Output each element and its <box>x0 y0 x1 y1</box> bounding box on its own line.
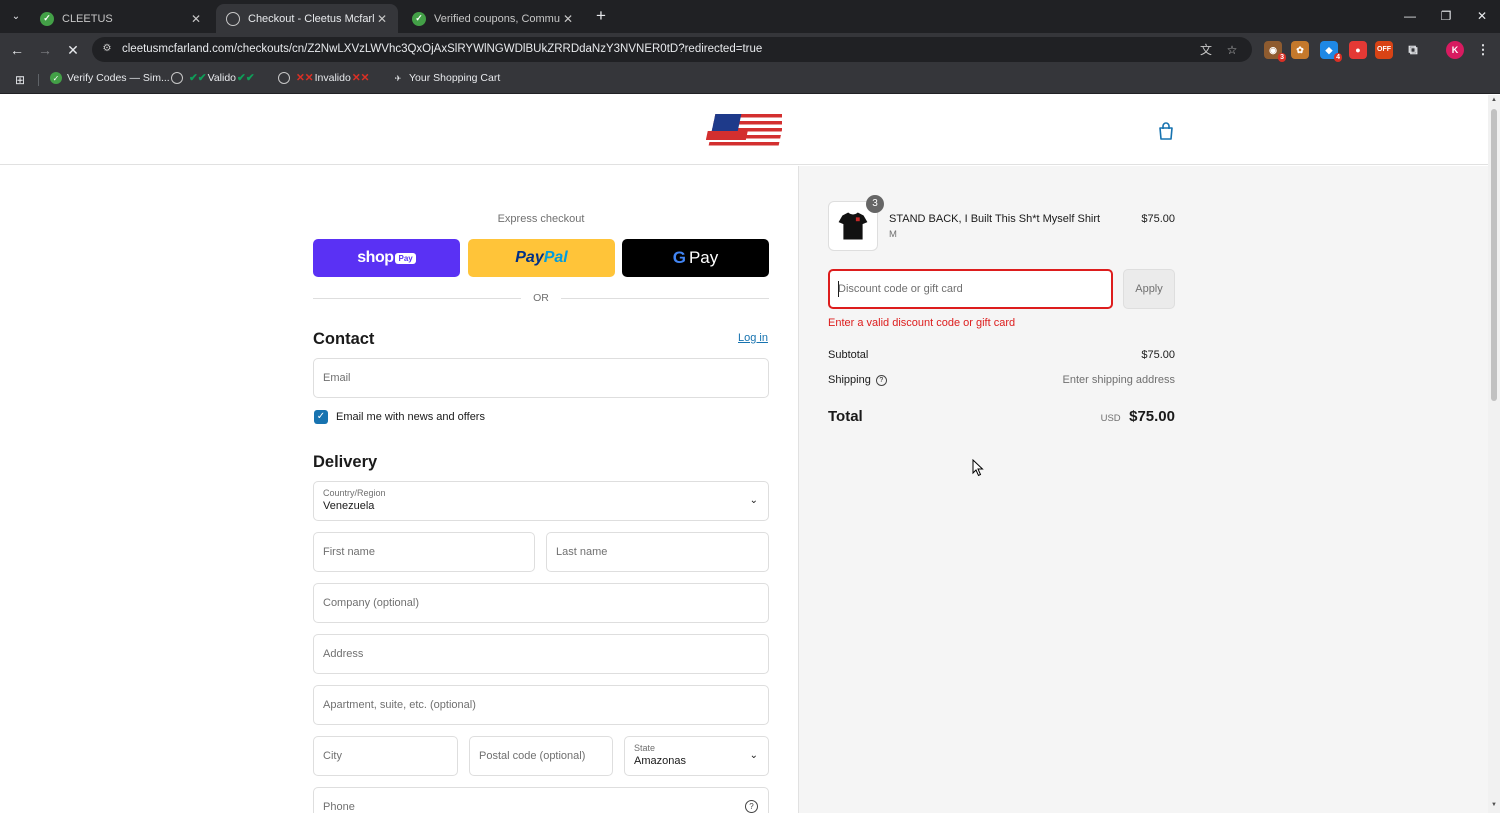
discount-error-message: Enter a valid discount code or gift card <box>828 317 1016 329</box>
apartment-field[interactable]: Apartment, suite, etc. (optional) <box>313 685 769 725</box>
checkout-page: Express checkout shop Pay Pay Pal G Pay O… <box>0 95 1488 813</box>
extension-honey-icon[interactable]: ◉ 3 <box>1264 41 1286 62</box>
quantity-badge: 3 <box>866 195 884 213</box>
state-select[interactable]: State Amazonas ⌄ <box>624 736 769 776</box>
verify-favicon-icon: ✓ <box>40 11 54 26</box>
profile-avatar[interactable]: K <box>1446 41 1464 59</box>
shipping-info-icon[interactable]: ? <box>875 375 887 386</box>
cleetus-logo[interactable] <box>706 111 782 149</box>
close-tab-icon[interactable]: ✕ <box>188 12 204 26</box>
tab-verified-coupons[interactable]: ✓ Verified coupons, Community-p ✕ <box>402 4 584 33</box>
bookmark-shopping-cart[interactable]: ✈ Your Shopping Cart <box>392 72 501 84</box>
or-separator: OR <box>533 292 549 304</box>
paypal-button[interactable]: Pay Pal <box>468 239 615 277</box>
country-select[interactable]: Country/Region Venezuela ⌄ <box>313 481 769 521</box>
order-summary-column <box>798 166 1488 813</box>
extension-cookie-icon[interactable]: ✿ <box>1291 41 1309 59</box>
verify-icon: ✓ <box>50 72 62 84</box>
express-checkout-title: Express checkout <box>497 213 585 225</box>
last-name-field[interactable]: Last name <box>546 532 769 572</box>
new-tab-button[interactable]: + <box>592 6 610 26</box>
browser-toolbar: ← → ✕ ⚙ cleetusmcfarland.com/checkouts/c… <box>0 33 1500 66</box>
company-field[interactable]: Company (optional) <box>313 583 769 623</box>
restore-icon[interactable]: ❐ <box>1436 6 1456 26</box>
product-name: STAND BACK, I Built This Sh*t Myself Shi… <box>889 213 1101 225</box>
total-row: Total USD $75.00 <box>828 408 1175 425</box>
page-scrollbar[interactable]: ▲ ▼ <box>1488 95 1500 813</box>
shipping-value: Enter shipping address <box>1062 374 1175 386</box>
browser-menu-icon[interactable]: ⋮ <box>1474 41 1492 59</box>
close-window-icon[interactable]: ✕ <box>1472 6 1492 26</box>
tab-title: Checkout - Cleetus Mcfarland <box>248 12 374 25</box>
first-name-field[interactable]: First name <box>313 532 535 572</box>
stop-loading-icon[interactable]: ✕ <box>62 39 84 61</box>
address-field[interactable]: Address <box>313 634 769 674</box>
divider <box>561 298 769 299</box>
subtotal-row: Subtotal $75.00 <box>828 349 1175 361</box>
shipping-row: Shipping? Enter shipping address <box>828 374 1175 386</box>
apply-discount-button[interactable]: Apply <box>1123 269 1175 309</box>
site-info-icon[interactable]: ⚙ <box>100 42 114 56</box>
contact-heading: Contact <box>313 330 375 348</box>
cleetus-icon: ✈ <box>394 73 402 83</box>
tab-search-chevron-icon[interactable]: ⌄ <box>6 7 26 25</box>
globe-icon <box>171 72 183 84</box>
extensions-puzzle-icon[interactable]: ⧉ <box>1404 41 1422 59</box>
product-variant: M <box>889 229 897 240</box>
postal-code-field[interactable]: Postal code (optional) <box>469 736 613 776</box>
address-bar[interactable]: ⚙ cleetusmcfarland.com/checkouts/cn/Z2Nw… <box>92 37 1252 62</box>
back-icon[interactable]: ← <box>6 39 28 61</box>
bookmark-valido[interactable]: ✔✔ Valido ✔✔ <box>171 72 256 84</box>
google-g-icon: G <box>672 248 686 267</box>
minimize-icon[interactable]: — <box>1400 6 1420 26</box>
chevron-down-icon: ⌄ <box>749 750 758 761</box>
browser-tab-bar: ⌄ ✓ CLEETUS ✕ Checkout - Cleetus Mcfarla… <box>0 0 1500 33</box>
tab-cleetus[interactable]: ✓ CLEETUS ✕ <box>30 4 212 33</box>
delivery-heading: Delivery <box>313 453 378 471</box>
scroll-down-arrow-icon[interactable]: ▼ <box>1490 802 1498 808</box>
translate-icon[interactable]: 文 <box>1198 42 1214 58</box>
extension-record-icon[interactable]: ● <box>1349 41 1367 59</box>
city-field[interactable]: City <box>313 736 458 776</box>
bookmark-star-icon[interactable]: ☆ <box>1224 42 1240 58</box>
product-price: $75.00 <box>1141 213 1175 225</box>
tab-checkout[interactable]: Checkout - Cleetus Mcfarland ✕ <box>216 4 398 33</box>
newsletter-label: Email me with news and offers <box>336 411 485 423</box>
tab-title: CLEETUS <box>62 12 113 25</box>
loading-favicon-icon <box>226 11 240 26</box>
help-question-icon[interactable]: ? <box>745 800 758 813</box>
scroll-up-arrow-icon[interactable]: ▲ <box>1490 97 1498 103</box>
globe-icon <box>278 72 290 84</box>
newsletter-checkbox[interactable]: ✓ <box>314 410 328 424</box>
verify-favicon-icon: ✓ <box>412 11 426 26</box>
subtotal-value: $75.00 <box>1141 349 1175 361</box>
bookmark-verify-codes[interactable]: ✓ Verify Codes — Sim... <box>50 72 170 84</box>
url-text[interactable]: cleetusmcfarland.com/checkouts/cn/Z2NwLX… <box>122 43 762 55</box>
bookmarks-divider <box>38 74 39 86</box>
apps-grid-icon[interactable]: ⊞ <box>13 73 27 87</box>
shop-pay-button[interactable]: shop Pay <box>313 239 460 277</box>
bookmark-invalido[interactable]: ✕✕ Invalido ✕✕ <box>278 72 370 84</box>
extension-off-icon[interactable]: OFF <box>1375 41 1393 59</box>
close-tab-icon[interactable]: ✕ <box>374 12 390 26</box>
divider <box>313 298 521 299</box>
mouse-cursor-icon <box>972 459 984 477</box>
extension-coupon-icon[interactable]: ◆ 4 <box>1320 41 1342 62</box>
shopping-bag-icon[interactable] <box>1156 121 1176 141</box>
google-pay-button[interactable]: G Pay <box>622 239 769 277</box>
email-field[interactable]: Email <box>313 358 769 398</box>
chevron-down-icon: ⌄ <box>749 495 758 506</box>
forward-icon[interactable]: → <box>34 39 56 61</box>
scrollbar-thumb[interactable] <box>1491 109 1497 401</box>
checkout-form-column: Express checkout shop Pay Pay Pal G Pay O… <box>0 166 798 813</box>
discount-code-input[interactable]: Discount code or gift card <box>828 269 1113 309</box>
site-header <box>0 95 1488 165</box>
bookmarks-bar: ⊞ ✓ Verify Codes — Sim... ✔✔ Valido ✔✔ ✕… <box>0 66 1500 94</box>
close-tab-icon[interactable]: ✕ <box>560 12 576 26</box>
phone-field[interactable]: Phone ? <box>313 787 769 813</box>
currency-code: USD <box>1100 413 1121 424</box>
total-value: $75.00 <box>1129 408 1175 425</box>
login-link[interactable]: Log in <box>738 332 768 344</box>
tab-title: Verified coupons, Community-p <box>434 12 560 25</box>
